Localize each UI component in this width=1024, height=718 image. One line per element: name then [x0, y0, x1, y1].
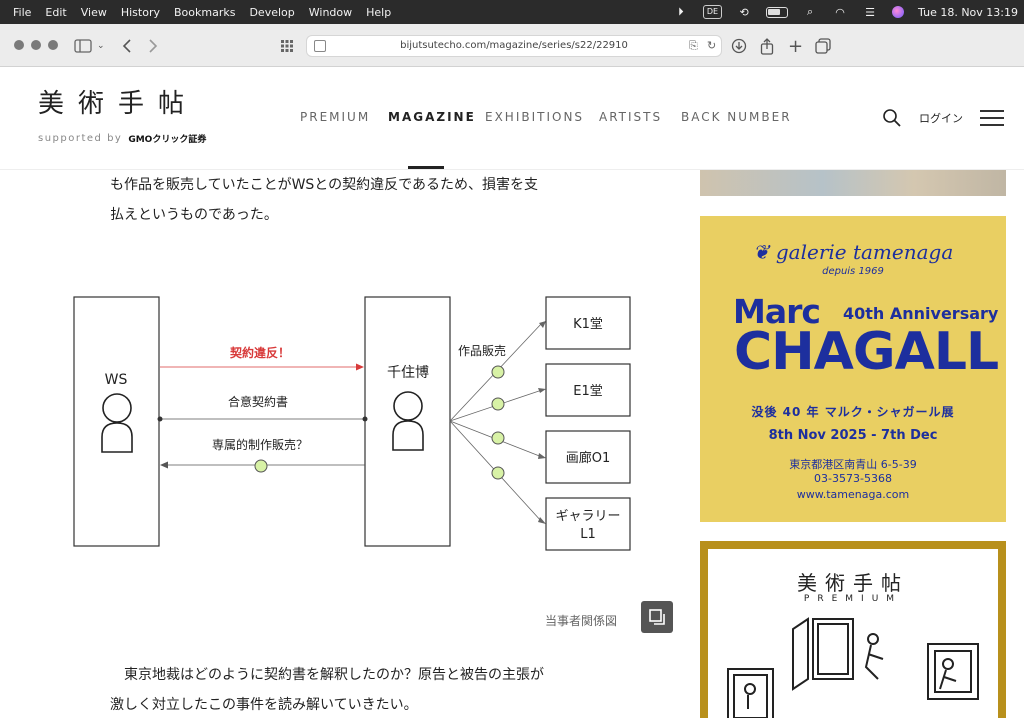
- sidebar-toggle-icon[interactable]: [74, 36, 92, 56]
- agreement-label: 合意契約書: [228, 394, 288, 409]
- input-source-indicator[interactable]: DE: [702, 5, 723, 19]
- search-icon[interactable]: [882, 108, 902, 128]
- sales-node: [491, 431, 505, 445]
- text-line: 激しく対立したこの事件を読み解いていきたい。: [110, 697, 418, 713]
- premium-ad[interactable]: 美術手帖 PREMIUM: [700, 541, 1006, 718]
- ad-depuis: depuis 1969: [822, 266, 884, 277]
- ad-address: 東京都港区南青山 6-5-39: [789, 458, 917, 471]
- window-controls: [14, 40, 58, 50]
- sales-node: [491, 397, 505, 411]
- ad-gallery-text: galerie tamenaga: [775, 240, 954, 264]
- minimize-window-button[interactable]: [31, 40, 41, 50]
- sponsor-line: supported by GMOクリック証券: [38, 132, 206, 145]
- sales-label: 作品販売: [458, 343, 506, 358]
- snail-logo-icon: ❦: [752, 240, 770, 264]
- url-text[interactable]: bijutsutecho.com/magazine/series/s22/229…: [307, 36, 721, 56]
- ad-dates: 8th Nov 2025 - 7th Dec: [768, 428, 938, 443]
- menu-edit[interactable]: Edit: [38, 6, 73, 19]
- gallery-label: L1: [580, 527, 596, 542]
- premium-illustration: [727, 617, 979, 718]
- sidebar-image[interactable]: [700, 170, 1006, 196]
- site-header: 美術手帖 supported by GMOクリック証券 PREMIUM MAGA…: [0, 68, 1024, 170]
- translate-icon[interactable]: ⎘: [689, 39, 698, 53]
- status-area: ⏵ DE ⟲ ⌕ ◠ ☰ Tue 18. Nov 13:19: [673, 0, 1018, 24]
- text-line: も作品を販売していたことがWSとの契約違反であるため、損害を支: [110, 177, 539, 193]
- diagram-caption: 当事者関係図: [545, 614, 618, 628]
- gallery-box-l1: [545, 497, 631, 551]
- play-icon[interactable]: ⏵: [673, 4, 689, 20]
- time-machine-icon[interactable]: ⟲: [736, 4, 752, 20]
- sales-node: [491, 365, 505, 379]
- premium-logo: 美術手帖: [797, 571, 909, 595]
- forward-button[interactable]: [148, 36, 158, 56]
- macos-menubar: File Edit View History Bookmarks Develop…: [0, 0, 1024, 24]
- back-button[interactable]: [122, 36, 132, 56]
- sales-node: [491, 466, 505, 480]
- premium-label: PREMIUM: [803, 594, 903, 604]
- supported-by-label: supported by: [38, 133, 123, 144]
- download-icon[interactable]: [731, 36, 747, 56]
- tab-overview-icon[interactable]: [280, 36, 294, 56]
- chevron-down-icon[interactable]: ⌄: [97, 36, 105, 56]
- address-bar[interactable]: bijutsutecho.com/magazine/series/s22/229…: [306, 35, 722, 57]
- gallery-label: E1堂: [573, 384, 603, 399]
- menu-window[interactable]: Window: [302, 6, 359, 19]
- wifi-icon[interactable]: ◠: [832, 4, 848, 20]
- sponsor-logo[interactable]: GMOクリック証券: [128, 132, 206, 145]
- ad-tel: 03-3573-5368: [814, 472, 892, 485]
- menu-develop[interactable]: Develop: [242, 6, 301, 19]
- ad-jp-title: 没後 40 年 マルク・シャガール展: [751, 405, 955, 419]
- ad-gallery-name: ❦ galerie tamenaga: [700, 240, 1006, 264]
- control-center-icon[interactable]: ☰: [862, 4, 878, 20]
- browser-toolbar: ⌄ bijutsutecho.com/magazine/series/s22/2…: [0, 24, 1024, 67]
- zoom-window-button[interactable]: [48, 40, 58, 50]
- menu-history[interactable]: History: [114, 6, 167, 19]
- site-logo[interactable]: 美術手帖: [38, 83, 198, 120]
- article-paragraph: 東京地裁はどのように契約書を解釈したのか？原告と被告の主張が 激しく対立したこの…: [110, 660, 610, 718]
- menu-help[interactable]: Help: [359, 6, 398, 19]
- gallery-label: 画廊O1: [566, 450, 611, 466]
- new-tab-icon[interactable]: +: [788, 36, 803, 57]
- exclusive-label: 専属的制作販売？: [212, 437, 308, 452]
- menu-file[interactable]: File: [6, 6, 38, 19]
- tabs-icon[interactable]: [815, 36, 831, 56]
- share-icon[interactable]: [760, 36, 774, 56]
- gallery-label: K1堂: [573, 317, 603, 332]
- text-line: 東京地裁はどのように契約書を解釈したのか？原告と被告の主張が: [110, 667, 544, 683]
- relationship-diagram[interactable]: WS 千住博 契約違反！ 合意契約書 専属的制作販売？ 作品販売 K1堂 E1堂…: [70, 292, 640, 554]
- nav-magazine[interactable]: MAGAZINE: [388, 110, 476, 124]
- menu-view[interactable]: View: [74, 6, 114, 19]
- nav-artists[interactable]: ARTISTS: [599, 110, 662, 124]
- battery-icon[interactable]: [766, 6, 789, 18]
- ad-web: www.tamenaga.com: [796, 488, 910, 501]
- nav-premium[interactable]: PREMIUM: [300, 110, 370, 124]
- reload-icon[interactable]: ↻: [707, 39, 716, 52]
- active-nav-indicator: [408, 166, 444, 169]
- ws-label: WS: [105, 372, 128, 388]
- menubar-clock[interactable]: Tue 18. Nov 13:19: [918, 6, 1018, 19]
- chagall-ad[interactable]: ❦ galerie tamenaga depuis 1969 Marc 40th…: [700, 216, 1006, 522]
- menu-bookmarks[interactable]: Bookmarks: [167, 6, 242, 19]
- app-menu: File Edit View History Bookmarks Develop…: [0, 6, 398, 19]
- search-icon[interactable]: ⌕: [802, 4, 818, 20]
- login-link[interactable]: ログイン: [919, 110, 963, 126]
- article-paragraph: も作品を販売していたことがWSとの契約違反であるため、損害を支 払えというもので…: [110, 170, 610, 230]
- expand-image-button[interactable]: [641, 601, 673, 633]
- ad-anniversary: 40th Anniversary: [843, 304, 999, 323]
- breach-label: 契約違反！: [229, 345, 290, 360]
- siri-icon[interactable]: [892, 6, 905, 18]
- nav-exhibitions[interactable]: EXHIBITIONS: [485, 110, 584, 124]
- menu-icon[interactable]: [980, 110, 1004, 126]
- close-window-button[interactable]: [14, 40, 24, 50]
- senju-label: 千住博: [387, 364, 429, 381]
- ad-chagall: CHAGALL: [734, 322, 999, 382]
- nav-back-number[interactable]: BACK NUMBER: [681, 110, 792, 124]
- text-line: 払えというものであった。: [110, 207, 278, 223]
- gallery-label: ギャラリー: [555, 509, 620, 524]
- premium-ad-panel: 美術手帖 PREMIUM: [708, 549, 998, 718]
